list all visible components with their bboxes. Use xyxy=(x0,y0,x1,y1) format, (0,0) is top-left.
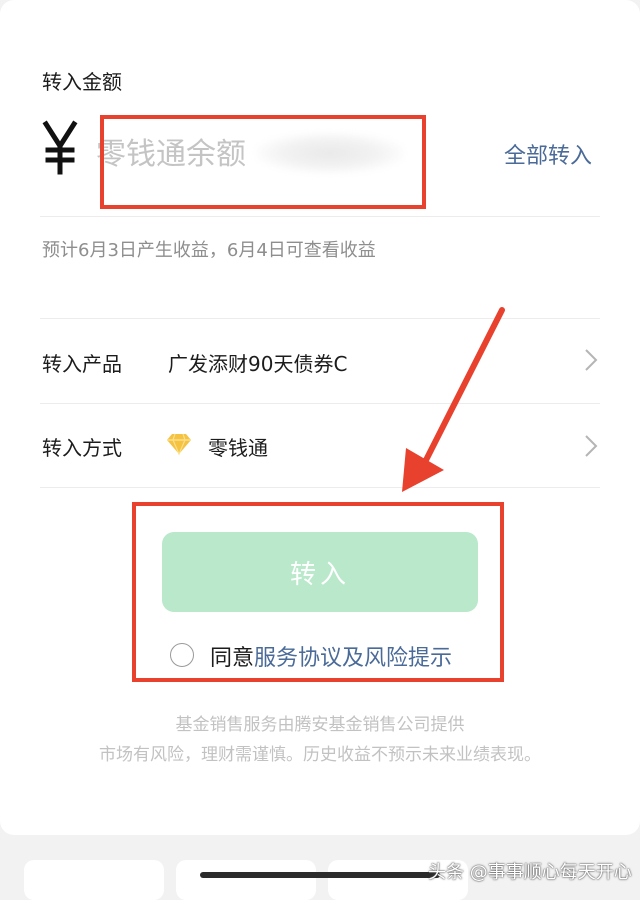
product-row-value: 广发添财90天债券C xyxy=(168,352,348,376)
estimate-text: 预计6月3日产生收益，6月4日可查看收益 xyxy=(42,240,376,261)
diamond-icon xyxy=(166,432,192,456)
service-agreement-link[interactable]: 服务协议及风险提示 xyxy=(254,646,452,671)
transfer-in-button[interactable]: 转入 xyxy=(162,532,478,612)
amount-label: 转入金额 xyxy=(42,70,122,94)
method-row-value: 零钱通 xyxy=(208,436,268,460)
divider xyxy=(40,318,600,319)
divider xyxy=(40,216,600,217)
method-row-label: 转入方式 xyxy=(42,436,122,460)
watermark: 头条 @事事顺心每天开心 xyxy=(428,862,632,883)
home-indicator[interactable] xyxy=(200,872,440,878)
agree-radio[interactable] xyxy=(170,643,194,667)
agreement-text: 同意服务协议及风险提示 xyxy=(210,640,452,672)
agreement-prefix: 同意 xyxy=(210,646,255,671)
bottom-card-hint xyxy=(24,860,164,900)
method-row[interactable]: 转入方式 零钱通 xyxy=(0,404,640,486)
product-row[interactable]: 转入产品 广发添财90天债券C xyxy=(0,320,640,402)
chevron-right-icon xyxy=(584,434,598,458)
bottom-card-hint xyxy=(176,860,316,900)
redacted-balance xyxy=(255,132,405,174)
product-row-label: 转入产品 xyxy=(42,352,122,376)
transfer-card: 转入金额 ¥ 全部转入 预计6月3日产生收益，6月4日可查看收益 转入产品 广发… xyxy=(0,0,640,835)
yen-icon xyxy=(40,120,80,176)
footer-risk-text: 市场有风险，理财需谨慎。历史收益不预示未来业绩表现。 xyxy=(99,745,541,765)
footer-provider-text: 基金销售服务由腾安基金销售公司提供 xyxy=(175,715,465,735)
divider xyxy=(40,487,600,488)
chevron-right-icon xyxy=(584,348,598,372)
transfer-all-button[interactable]: 全部转入 xyxy=(504,138,592,170)
